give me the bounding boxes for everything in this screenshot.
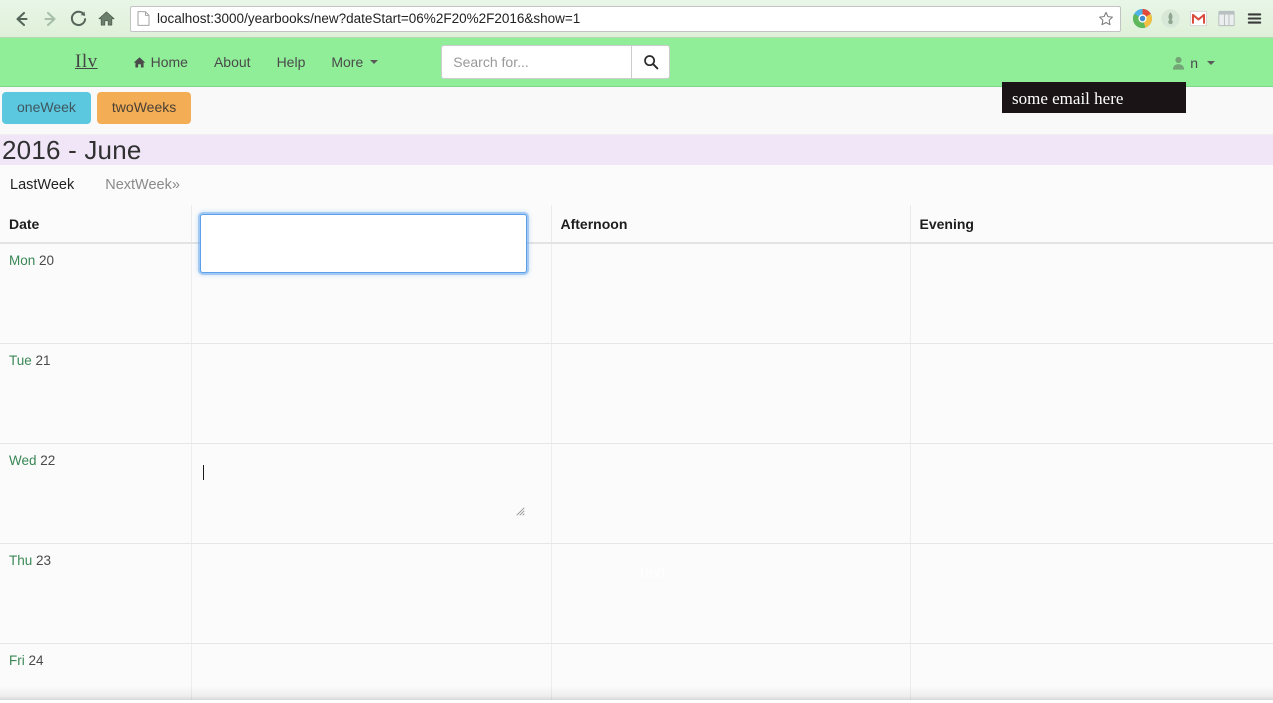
date-cell: Wed 22 [0, 443, 192, 544]
search-input[interactable] [441, 45, 632, 79]
circle-gray-icon[interactable] [1159, 8, 1181, 30]
user-menu[interactable]: n [1172, 38, 1215, 87]
slot-cell-evening[interactable] [910, 543, 1273, 644]
next-week-link[interactable]: NextWeek» [105, 177, 180, 193]
slot-cell-evening[interactable] [910, 343, 1273, 444]
user-menu-label: n [1190, 54, 1198, 71]
nav-item-home-label: Home [150, 54, 188, 70]
column-header-date: Date [0, 205, 192, 244]
slot-cell-forenoon[interactable] [191, 543, 552, 644]
slot-cell-afternoon[interactable] [551, 243, 911, 344]
nav-item-more-label: More [331, 54, 364, 70]
hamburger-menu-icon[interactable] [1243, 8, 1265, 30]
date-cell: Thu 23 [0, 543, 192, 644]
day-name: Thu [9, 552, 33, 568]
page-document-icon [137, 11, 150, 26]
date-cell: Tue 21 [0, 343, 192, 444]
chevron-down-icon [370, 60, 379, 64]
search-icon [643, 55, 659, 70]
nav-item-about[interactable]: About [201, 46, 264, 78]
day-name: Fri [9, 652, 25, 668]
browser-toolbar: localhost:3000/yearbooks/new?dateStart=0… [0, 0, 1273, 38]
week-navigation: LastWeek NextWeek» [0, 165, 1273, 205]
slot-cell-forenoon[interactable] [191, 343, 552, 444]
forward-button[interactable] [36, 5, 64, 33]
navbar-search-form [441, 45, 671, 79]
address-bar-text: localhost:3000/yearbooks/new?dateStart=0… [157, 11, 581, 26]
slot-cell-forenoon[interactable] [191, 643, 552, 700]
back-button[interactable] [8, 5, 36, 33]
slot-cell-evening[interactable] [910, 243, 1273, 344]
text-cursor [203, 465, 204, 480]
slot-cell-afternoon[interactable] [551, 343, 911, 444]
slot-cell-afternoon[interactable] [551, 643, 911, 700]
user-person-icon [1173, 56, 1185, 70]
search-submit-button[interactable] [631, 45, 671, 79]
table-row: Tue 21 [0, 343, 1273, 444]
home-button[interactable] [92, 5, 120, 33]
day-number: 23 [36, 552, 52, 568]
schedule-container: Date Forenoon Afternoon Evening Mon 20 T… [0, 205, 1273, 700]
navbar-links: Home About Help More [120, 46, 392, 78]
day-number: 22 [40, 452, 56, 468]
nav-item-home[interactable]: Home [120, 46, 201, 78]
gmail-m-icon[interactable] [1187, 8, 1209, 30]
address-bar[interactable]: localhost:3000/yearbooks/new?dateStart=0… [130, 5, 1121, 32]
day-name: Wed [9, 452, 37, 468]
table-row: Mon 20 [0, 243, 1273, 344]
day-number: 20 [39, 253, 55, 268]
home-glyph-icon [133, 56, 145, 68]
table-row: Thu 23 [0, 543, 1273, 644]
table-header-row: Date Forenoon Afternoon Evening [0, 205, 1273, 244]
last-week-link[interactable]: LastWeek [10, 177, 74, 193]
day-name: Mon [9, 253, 36, 268]
grid-table-icon[interactable] [1215, 8, 1237, 30]
day-number: 21 [35, 352, 51, 368]
tab-one-week[interactable]: oneWeek [2, 92, 91, 125]
column-header-evening: Evening [910, 205, 1273, 244]
navbar-brand[interactable]: Ilv [65, 45, 108, 79]
slot-cell-afternoon[interactable] [551, 543, 911, 644]
page-title-band: 2016 - June [0, 135, 1273, 165]
day-number: 24 [28, 652, 44, 668]
tab-two-weeks[interactable]: twoWeeks [96, 92, 192, 125]
email-tooltip: some email here [1002, 82, 1186, 113]
nav-item-help[interactable]: Help [264, 46, 319, 78]
date-cell: Fri 24 [0, 643, 192, 700]
app-navbar: Ilv Home About Help More Search for... n… [0, 38, 1273, 113]
browser-extensions [1129, 8, 1265, 30]
nav-item-about-label: About [213, 54, 251, 70]
page-title: 2016 - June [2, 135, 142, 165]
schedule-table: Date Forenoon Afternoon Evening Mon 20 T… [0, 205, 1273, 700]
nav-item-more[interactable]: More [318, 46, 391, 78]
chrome-logo-icon[interactable] [1131, 8, 1153, 30]
star-bookmark-icon[interactable] [1096, 9, 1116, 29]
slot-cell-evening[interactable] [910, 643, 1273, 700]
user-chevron-down-icon [1207, 60, 1215, 65]
slot-note-textarea[interactable] [200, 214, 527, 273]
reload-button[interactable] [64, 5, 92, 33]
date-cell: Mon 20 [0, 243, 192, 344]
table-row: Fri 24 [0, 643, 1273, 700]
column-header-afternoon: Afternoon [551, 205, 911, 244]
day-name: Tue [9, 352, 32, 368]
slot-cell-evening[interactable] [910, 443, 1273, 544]
slot-cell-afternoon[interactable] [551, 443, 911, 544]
slot-cell-forenoon[interactable] [191, 443, 552, 544]
table-row: Wed 22 [0, 443, 1273, 544]
nav-item-help-label: Help [276, 54, 306, 70]
